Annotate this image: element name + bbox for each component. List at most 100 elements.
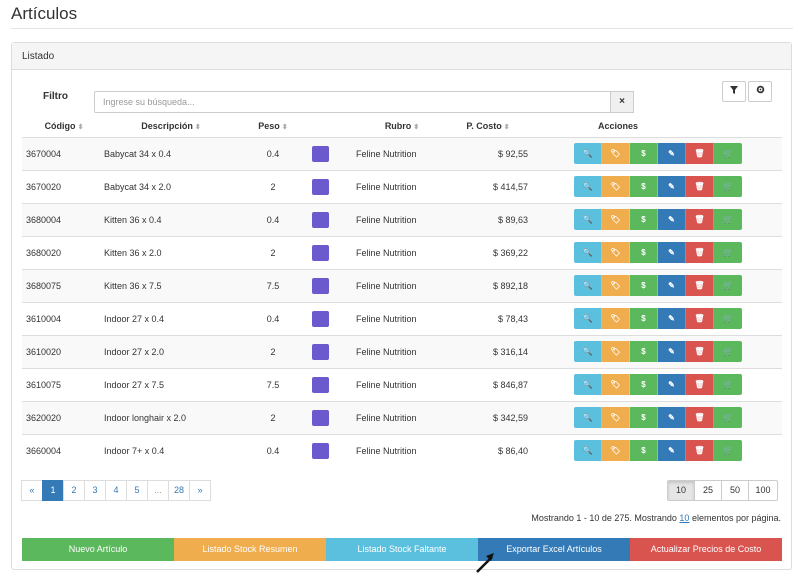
cart-button[interactable]: 🛒 <box>714 407 742 428</box>
pagination-page[interactable]: 28 <box>168 480 191 501</box>
filter-toggle-button[interactable] <box>722 81 746 102</box>
search-icon: 🔍 <box>582 380 593 389</box>
tags-button[interactable]: 🏷 <box>602 407 630 428</box>
delete-button[interactable]: 🗑 <box>686 440 714 462</box>
tags-button[interactable]: 🏷 <box>602 242 630 263</box>
delete-button[interactable]: 🗑 <box>686 374 714 395</box>
view-button[interactable]: 🔍 <box>574 308 602 329</box>
stock-summary-button[interactable]: Listado Stock Resumen <box>174 538 326 561</box>
col-peso[interactable]: Peso ⬍ <box>238 115 308 138</box>
col-rubro[interactable]: Rubro ⬍ <box>348 115 448 138</box>
edit-button[interactable]: ✎ <box>658 275 686 296</box>
page-size-option[interactable]: 25 <box>694 480 722 501</box>
view-button[interactable]: 🔍 <box>574 341 602 362</box>
delete-button[interactable]: 🗑 <box>686 176 714 197</box>
view-button[interactable]: 🔍 <box>574 374 602 395</box>
row-actions: 🔍 🏷 $ ✎ 🗑 🛒 <box>574 308 782 329</box>
page-size-link[interactable]: 10 <box>679 513 689 523</box>
col-costo[interactable]: P. Costo ⬍ <box>448 115 536 138</box>
page-size-option[interactable]: 50 <box>721 480 749 501</box>
table-header-row: Código ⬍ Descripción ⬍ Peso ⬍ Rubro ⬍ P. Cos… <box>22 115 782 138</box>
page-size-option[interactable]: 10 <box>667 480 695 501</box>
tags-button[interactable]: 🏷 <box>602 143 630 164</box>
price-button[interactable]: $ <box>630 209 658 230</box>
view-button[interactable]: 🔍 <box>574 275 602 296</box>
cart-button[interactable]: 🛒 <box>714 440 742 462</box>
cell-acciones: 🔍 🏷 $ ✎ 🗑 🛒 <box>536 136 782 170</box>
cell-color <box>308 268 348 302</box>
view-button[interactable]: 🔍 <box>574 143 602 164</box>
cart-button[interactable]: 🛒 <box>714 209 742 230</box>
color-swatch <box>312 211 329 228</box>
tags-button[interactable]: 🏷 <box>602 308 630 329</box>
edit-button[interactable]: ✎ <box>658 242 686 263</box>
new-article-button[interactable]: Nuevo Artículo <box>22 538 174 561</box>
pagination-next[interactable]: » <box>189 480 212 501</box>
cart-button[interactable]: 🛒 <box>714 275 742 296</box>
price-button[interactable]: $ <box>630 143 658 164</box>
delete-button[interactable]: 🗑 <box>686 407 714 428</box>
edit-button[interactable]: ✎ <box>658 209 686 230</box>
view-button[interactable]: 🔍 <box>574 242 602 263</box>
cart-button[interactable]: 🛒 <box>714 341 742 362</box>
tags-button[interactable]: 🏷 <box>602 341 630 362</box>
pagination-prev[interactable]: « <box>21 480 43 501</box>
tags-button[interactable]: 🏷 <box>602 176 630 197</box>
edit-button[interactable]: ✎ <box>658 143 686 164</box>
price-button[interactable]: $ <box>630 275 658 296</box>
delete-button[interactable]: 🗑 <box>686 209 714 230</box>
col-descripcion[interactable]: Descripción ⬍ <box>102 115 238 138</box>
edit-button[interactable]: ✎ <box>658 374 686 395</box>
price-button[interactable]: $ <box>630 308 658 329</box>
view-button[interactable]: 🔍 <box>574 407 602 428</box>
delete-button[interactable]: 🗑 <box>686 143 714 164</box>
cart-button[interactable]: 🛒 <box>714 242 742 263</box>
cart-button[interactable]: 🛒 <box>714 308 742 329</box>
delete-button[interactable]: 🗑 <box>686 308 714 329</box>
col-codigo[interactable]: Código ⬍ <box>22 115 102 138</box>
dollar-icon: $ <box>641 248 646 257</box>
clear-search-button[interactable]: × <box>610 91 634 113</box>
price-button[interactable]: $ <box>630 242 658 263</box>
price-button[interactable]: $ <box>630 440 658 462</box>
pagination-page[interactable]: 1 <box>42 480 64 501</box>
tags-button[interactable]: 🏷 <box>602 374 630 395</box>
cart-button[interactable]: 🛒 <box>714 176 742 197</box>
tags-button[interactable]: 🏷 <box>602 209 630 230</box>
tags-button[interactable]: 🏷 <box>602 275 630 296</box>
cart-button[interactable]: 🛒 <box>714 374 742 395</box>
delete-button[interactable]: 🗑 <box>686 275 714 296</box>
view-button[interactable]: 🔍 <box>574 440 602 462</box>
trash-icon: 🗑 <box>694 182 705 191</box>
edit-button[interactable]: ✎ <box>658 308 686 329</box>
tag-icon: 🏷 <box>610 281 621 290</box>
view-button[interactable]: 🔍 <box>574 176 602 197</box>
edit-button[interactable]: ✎ <box>658 407 686 428</box>
price-button[interactable]: $ <box>630 374 658 395</box>
cart-icon: 🛒 <box>723 314 733 323</box>
export-excel-button[interactable]: Exportar Excel Artículos <box>478 538 630 561</box>
cell-rubro: Feline Nutrition <box>348 235 448 269</box>
row-actions: 🔍 🏷 $ ✎ 🗑 🛒 <box>574 275 782 296</box>
price-button[interactable]: $ <box>630 341 658 362</box>
delete-button[interactable]: 🗑 <box>686 341 714 362</box>
gear-icon <box>756 85 764 94</box>
pagination-page[interactable]: 3 <box>84 480 106 501</box>
tags-button[interactable]: 🏷 <box>602 440 630 462</box>
price-button[interactable]: $ <box>630 407 658 428</box>
pagination-page[interactable]: 2 <box>63 480 85 501</box>
pagination-page[interactable]: 5 <box>126 480 148 501</box>
edit-button[interactable]: ✎ <box>658 341 686 362</box>
update-costs-button[interactable]: Actualizar Precios de Costo <box>630 538 782 561</box>
page-size-option[interactable]: 100 <box>748 480 778 501</box>
view-button[interactable]: 🔍 <box>574 209 602 230</box>
edit-button[interactable]: ✎ <box>658 440 686 462</box>
cart-button[interactable]: 🛒 <box>714 143 742 164</box>
settings-button[interactable] <box>748 81 772 102</box>
pagination-page[interactable]: 4 <box>105 480 127 501</box>
delete-button[interactable]: 🗑 <box>686 242 714 263</box>
stock-missing-button[interactable]: Listado Stock Faltante <box>326 538 478 561</box>
price-button[interactable]: $ <box>630 176 658 197</box>
edit-button[interactable]: ✎ <box>658 176 686 197</box>
search-input[interactable] <box>94 91 611 113</box>
